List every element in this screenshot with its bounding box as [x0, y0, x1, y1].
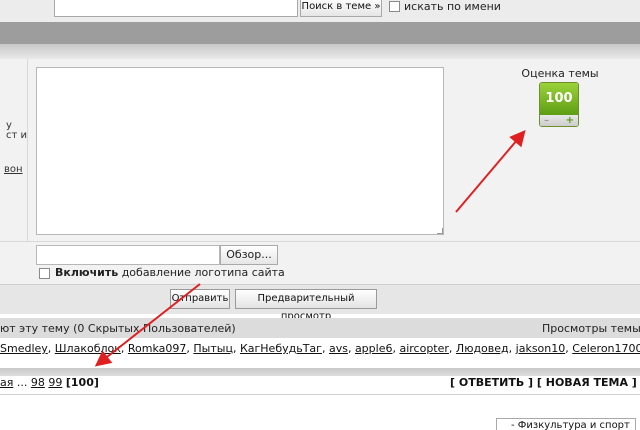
reply-textarea[interactable] [36, 67, 444, 235]
editor-side-column [0, 59, 28, 241]
topic-search-input[interactable] [54, 0, 298, 17]
topic-actions[interactable]: [ ОТВЕТИТЬ ] [ НОВАЯ ТЕМА ] [ ОП [450, 376, 640, 389]
user-link[interactable]: avs [329, 342, 348, 355]
textarea-resize-grip[interactable] [437, 228, 443, 234]
attachment-file-input[interactable] [36, 245, 220, 265]
page-link-98[interactable]: 98 [31, 376, 45, 389]
topic-views: Просмотры темы: 1 [542, 322, 640, 335]
user-link[interactable]: Пытыц [193, 342, 233, 355]
send-button[interactable]: Отправить [170, 289, 230, 309]
search-in-topic-button[interactable]: Поиск в теме » [300, 0, 382, 17]
user-link[interactable]: КагНебудьТаг [240, 342, 322, 355]
bottom-divider [0, 394, 640, 395]
readers-count: ют эту тему (0 Скрытых Пользователей) [0, 322, 236, 335]
site-logo-label-bold: Включить [55, 266, 119, 279]
user-link[interactable]: Smedley [0, 342, 48, 355]
pagination-dots: ... [16, 376, 28, 389]
user-link[interactable]: Celeron1700 [572, 342, 640, 355]
user-link[interactable]: Romka097 [128, 342, 187, 355]
user-link[interactable]: Шлакоблок [55, 342, 121, 355]
page-link-99[interactable]: 99 [48, 376, 62, 389]
section-header-gradient [0, 44, 640, 59]
rating-controls: – + [540, 115, 578, 126]
browse-button[interactable]: Обзор... [220, 245, 278, 265]
current-page: [100] [65, 376, 99, 389]
preview-button[interactable]: Предварительный просмотр [235, 289, 377, 322]
search-by-name-checkbox[interactable] [389, 1, 400, 12]
forum-jump-select[interactable]: - Физкультура и спорт [496, 418, 636, 430]
rating-minus-icon[interactable]: – [544, 115, 549, 126]
section-header-bar [0, 22, 640, 44]
active-users-list: Smedley, Шлакоблок, Romka097, Пытыц, Каг… [0, 342, 640, 355]
rating-plus-icon[interactable]: + [566, 115, 574, 126]
search-by-name-label: искать по имени [404, 0, 501, 13]
separator-bar [0, 368, 640, 376]
user-link[interactable]: Людовед [456, 342, 509, 355]
side-text-fragment-2: ст и [6, 130, 28, 141]
rating-value: 100 [540, 83, 578, 115]
topic-rating-widget: 100 – + [539, 82, 579, 127]
user-link[interactable]: jakson10 [516, 342, 566, 355]
side-link-fragment[interactable]: вон [4, 164, 23, 175]
user-link[interactable]: apple6 [355, 342, 393, 355]
site-logo-checkbox[interactable] [39, 268, 50, 279]
page-link-first[interactable]: ая [0, 376, 13, 389]
topic-rating-title: Оценка темы [521, 67, 599, 80]
user-link[interactable]: aircopter [399, 342, 448, 355]
site-logo-label: Включить добавление логотипа сайта [55, 266, 285, 279]
site-logo-label-rest: добавление логотипа сайта [118, 266, 285, 279]
